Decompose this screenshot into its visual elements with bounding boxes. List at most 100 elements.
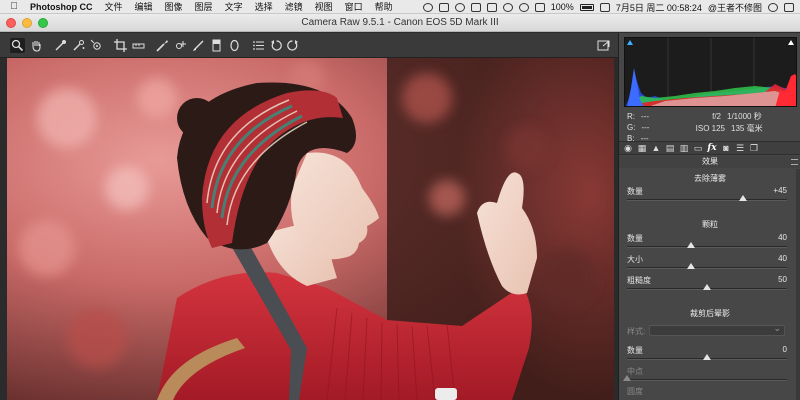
camera-raw-app:  Photoshop CC 文件 编辑 图像 图层 文字 选择 滤镜 视图 窗… xyxy=(0,0,800,400)
detail-tab-icon[interactable]: ▲ xyxy=(651,143,661,153)
slider-thumb[interactable] xyxy=(739,195,747,201)
panel-scrollbar[interactable] xyxy=(796,169,800,400)
clock[interactable]: 7月5日 周二 00:58:24 xyxy=(616,1,702,14)
basic-tab-icon[interactable]: ◉ xyxy=(623,143,633,153)
g-label: G: xyxy=(627,123,636,132)
presets-tab-icon[interactable]: ☰ xyxy=(735,143,745,153)
grain-size-value[interactable]: 40 xyxy=(778,254,787,263)
menu-window[interactable]: 窗口 xyxy=(345,0,363,13)
menu-image[interactable]: 图像 xyxy=(165,0,183,13)
activity-icon[interactable] xyxy=(438,2,449,12)
grain-roughness-slider[interactable]: 粗糙度 50 xyxy=(627,275,793,295)
menu-filter[interactable]: 滤镜 xyxy=(285,0,303,13)
menu-view[interactable]: 视图 xyxy=(315,0,333,13)
highlight-clipping-icon[interactable] xyxy=(788,39,794,45)
shadow-clipping-icon[interactable] xyxy=(627,39,633,45)
vignette-roundness-slider[interactable]: 圆度 xyxy=(627,386,793,400)
input-method-icon[interactable] xyxy=(599,2,610,12)
list-icon[interactable] xyxy=(784,2,794,12)
vignette-amount-value[interactable]: 0 xyxy=(783,345,787,354)
graduated-filter-icon[interactable] xyxy=(209,38,224,53)
slider-thumb[interactable] xyxy=(703,284,711,290)
tone-curve-tab-icon[interactable]: ▦ xyxy=(637,143,647,153)
dehaze-amount-value[interactable]: +45 xyxy=(773,186,787,195)
crop-tool-icon[interactable] xyxy=(113,38,128,53)
slider-track[interactable] xyxy=(627,246,787,248)
adjustment-panel: R: --- G: --- B: --- f/2 1/1000 秒 ISO 125 135… xyxy=(618,33,800,400)
grain-size-slider[interactable]: 大小 40 xyxy=(627,254,793,274)
aperture: f/2 xyxy=(712,112,721,121)
spot-removal-icon[interactable] xyxy=(155,38,170,53)
vignette-amount-label: 数量 xyxy=(627,346,643,355)
snapshots-tab-icon[interactable]: ❐ xyxy=(749,143,759,153)
record-icon[interactable] xyxy=(422,2,433,12)
histogram-graph xyxy=(625,38,796,106)
preferences-icon[interactable] xyxy=(251,38,266,53)
radial-filter-icon[interactable] xyxy=(227,38,242,53)
grain-amount-slider[interactable]: 数量 40 xyxy=(627,233,793,253)
section-title-text: 效果 xyxy=(702,157,718,166)
slider-thumb[interactable] xyxy=(687,263,695,269)
vignette-heading: 裁剪后晕影 xyxy=(690,309,730,318)
image-preview[interactable] xyxy=(7,58,614,400)
slider-track[interactable] xyxy=(627,199,787,201)
slider-track[interactable] xyxy=(627,379,787,381)
slider-track[interactable] xyxy=(627,267,787,269)
vignette-style-label: 样式: xyxy=(627,327,646,336)
white-balance-tool-icon[interactable] xyxy=(53,38,68,53)
slider-thumb[interactable] xyxy=(687,242,695,248)
volume-icon[interactable] xyxy=(534,2,545,12)
vignette-midpoint-slider[interactable]: 中点 xyxy=(623,366,793,386)
red-eye-icon[interactable] xyxy=(173,38,188,53)
slider-thumb[interactable] xyxy=(623,375,631,381)
menu-file[interactable]: 文件 xyxy=(105,0,123,13)
lens-tab-icon[interactable]: ▭ xyxy=(693,143,703,153)
grain-roughness-value[interactable]: 50 xyxy=(778,275,787,284)
histogram xyxy=(624,37,797,107)
menu-type[interactable]: 文字 xyxy=(225,0,243,13)
battery-percent: 100% xyxy=(550,2,574,12)
adjustment-brush-icon[interactable] xyxy=(191,38,206,53)
targeted-adjustment-icon[interactable] xyxy=(89,38,104,53)
apple-icon[interactable]:  xyxy=(8,1,20,12)
zoom-tool-icon[interactable] xyxy=(10,38,25,53)
menu-select[interactable]: 选择 xyxy=(255,0,273,13)
shutter-speed: 1/1000 秒 xyxy=(727,112,762,121)
dehaze-heading: 去除薄雾 xyxy=(694,174,726,183)
camera-calibration-tab-icon[interactable]: ◙ xyxy=(721,143,731,153)
fx-tab-icon[interactable]: fx xyxy=(707,143,717,153)
timer-icon[interactable] xyxy=(502,2,513,12)
color-sampler-icon[interactable] xyxy=(71,38,86,53)
fullscreen-icon[interactable] xyxy=(596,38,611,53)
vignette-amount-slider[interactable]: 数量 0 xyxy=(627,345,793,365)
iso: ISO 125 xyxy=(695,124,725,133)
rotate-ccw-icon[interactable] xyxy=(269,38,284,53)
battery-icon[interactable] xyxy=(579,3,594,11)
rotate-cw-icon[interactable] xyxy=(285,38,300,53)
window-title: Camera Raw 9.5.1 - Canon EOS 5D Mark III xyxy=(301,17,499,28)
vignette-style-select[interactable] xyxy=(649,323,785,336)
slider-thumb[interactable] xyxy=(703,354,711,360)
r-label: R: xyxy=(627,112,635,121)
photo-portrait xyxy=(7,58,614,400)
bluetooth-icon[interactable] xyxy=(486,2,497,12)
creative-cloud-icon[interactable] xyxy=(454,2,465,12)
dehaze-amount-slider[interactable]: 数量 +45 xyxy=(627,186,793,206)
cast-icon[interactable] xyxy=(470,2,481,12)
grain-heading: 颗粒 xyxy=(702,220,718,229)
menu-layer[interactable]: 图层 xyxy=(195,0,213,13)
straighten-tool-icon[interactable] xyxy=(131,38,146,53)
app-menu[interactable]: Photoshop CC xyxy=(30,2,93,12)
split-toning-tab-icon[interactable]: ▥ xyxy=(679,143,689,153)
user-name[interactable]: @王者不修图 xyxy=(708,1,762,14)
grain-amount-value[interactable]: 40 xyxy=(778,233,787,242)
hsl-tab-icon[interactable]: ▤ xyxy=(665,143,675,153)
menu-help[interactable]: 帮助 xyxy=(375,0,393,13)
hand-tool-icon[interactable] xyxy=(29,38,44,53)
panel-menu-icon[interactable] xyxy=(791,159,798,165)
wifi-icon[interactable] xyxy=(518,2,529,12)
grain-amount-label: 数量 xyxy=(627,234,643,243)
panel-section-title: 效果 xyxy=(619,156,800,168)
menu-edit[interactable]: 编辑 xyxy=(135,0,153,13)
search-icon[interactable] xyxy=(768,2,778,12)
